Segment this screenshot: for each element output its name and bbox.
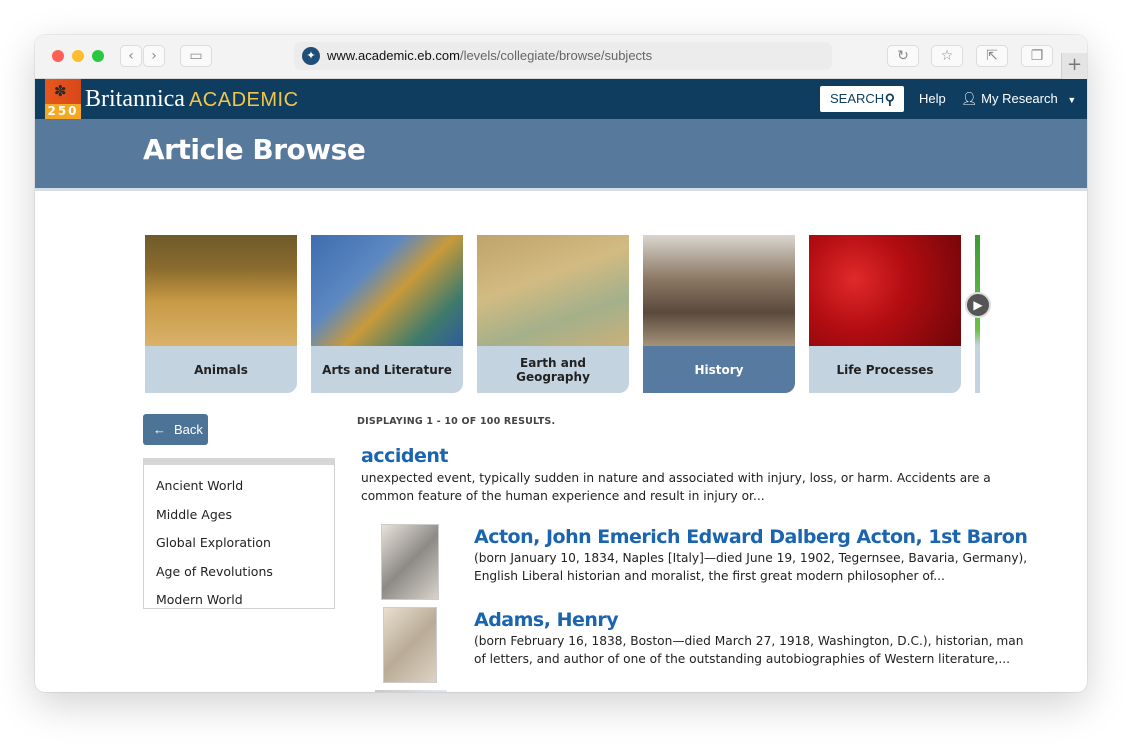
britannica-logo[interactable]: ✽ 250 — [45, 79, 81, 119]
result-title-link[interactable]: Acton, John Emerich Edward Dalberg Acton… — [474, 526, 1028, 548]
logo-anniversary-number: 250 — [45, 104, 81, 119]
minimize-window-icon[interactable] — [72, 50, 84, 62]
blood-cells-image — [809, 235, 961, 346]
result-description: (born January 10, 1834, Naples [Italy]—d… — [474, 551, 1028, 583]
reload-icon[interactable]: ↻ — [887, 45, 919, 67]
result-thumbnail[interactable] — [381, 524, 439, 600]
terrain-map-image — [477, 235, 629, 346]
subnav-item-middle-ages[interactable]: Middle Ages — [156, 507, 232, 522]
museum-hall-image — [643, 235, 795, 346]
bookmark-star-icon[interactable]: ☆ — [931, 45, 963, 67]
subject-card-history[interactable]: History — [643, 235, 795, 393]
result-description: (born February 16, 1838, Boston—died Mar… — [474, 634, 1024, 666]
url-text: www.academic.eb.com/levels/collegiate/br… — [327, 48, 653, 63]
thistle-icon: ✽ — [54, 82, 67, 100]
subnav-item-global-exploration[interactable]: Global Exploration — [156, 535, 271, 550]
brand-name[interactable]: Britannica ACADEMIC — [85, 85, 299, 114]
browser-window: ‹ › ▭ ✦ www.academic.eb.com/levels/colle… — [35, 35, 1087, 692]
result-title-link[interactable]: Adams, Henry — [474, 609, 619, 631]
history-subnav: Ancient World Middle Ages Global Explora… — [143, 458, 335, 609]
subject-card-arts-literature[interactable]: Arts and Literature — [311, 235, 463, 393]
chevron-down-icon: ▼ — [1067, 95, 1077, 105]
my-research-menu[interactable]: 👤︎ My Research ▼ — [961, 91, 1076, 107]
back-nav-icon[interactable]: ‹ — [120, 45, 142, 67]
result-thumbnail[interactable] — [383, 607, 437, 683]
search-icon: ⚲ — [884, 91, 895, 107]
new-tab-icon[interactable]: + — [1061, 53, 1087, 79]
sidebar-toggle-icon[interactable]: ▭ — [180, 45, 212, 67]
browser-toolbar: ‹ › ▭ ✦ www.academic.eb.com/levels/colle… — [35, 35, 1087, 79]
result-thumbnail-partial — [375, 690, 447, 692]
forward-nav-icon[interactable]: › — [143, 45, 165, 67]
site-header: ✽ 250 Britannica ACADEMIC SEARCH ⚲ Help 👤… — [35, 79, 1087, 119]
tabs-overview-icon[interactable]: ❐ — [1021, 45, 1053, 67]
close-window-icon[interactable] — [52, 50, 64, 62]
subnav-item-modern-world[interactable]: Modern World — [156, 592, 243, 607]
zoom-window-icon[interactable] — [92, 50, 104, 62]
subnav-item-ancient-world[interactable]: Ancient World — [156, 478, 243, 493]
help-link[interactable]: Help — [919, 91, 946, 106]
page-title: Article Browse — [143, 133, 366, 166]
carousel-next-icon[interactable]: ▶ — [965, 292, 991, 318]
bedroom-painting-image — [311, 235, 463, 346]
lion-image — [145, 235, 297, 346]
subject-card-earth-geography[interactable]: Earth and Geography — [477, 235, 629, 393]
result-title-link[interactable]: accident — [361, 445, 448, 467]
search-button[interactable]: SEARCH ⚲ — [820, 86, 904, 112]
subject-card-life-processes[interactable]: Life Processes — [809, 235, 961, 393]
arrow-left-icon: ← — [153, 422, 166, 437]
results-count: DISPLAYING 1 - 10 OF 100 RESULTS. — [357, 416, 556, 427]
subnav-item-age-of-revolutions[interactable]: Age of Revolutions — [156, 564, 273, 579]
site-favicon-icon: ✦ — [302, 47, 320, 65]
user-icon: 👤︎ — [961, 91, 978, 106]
address-bar[interactable]: ✦ www.academic.eb.com/levels/collegiate/… — [294, 42, 832, 70]
back-button[interactable]: ← Back — [143, 414, 208, 445]
page-title-band: Article Browse — [35, 119, 1087, 191]
share-icon[interactable]: ⇱ — [976, 45, 1008, 67]
result-description: unexpected event, typically sudden in na… — [361, 471, 991, 503]
subject-card-animals[interactable]: Animals — [145, 235, 297, 393]
